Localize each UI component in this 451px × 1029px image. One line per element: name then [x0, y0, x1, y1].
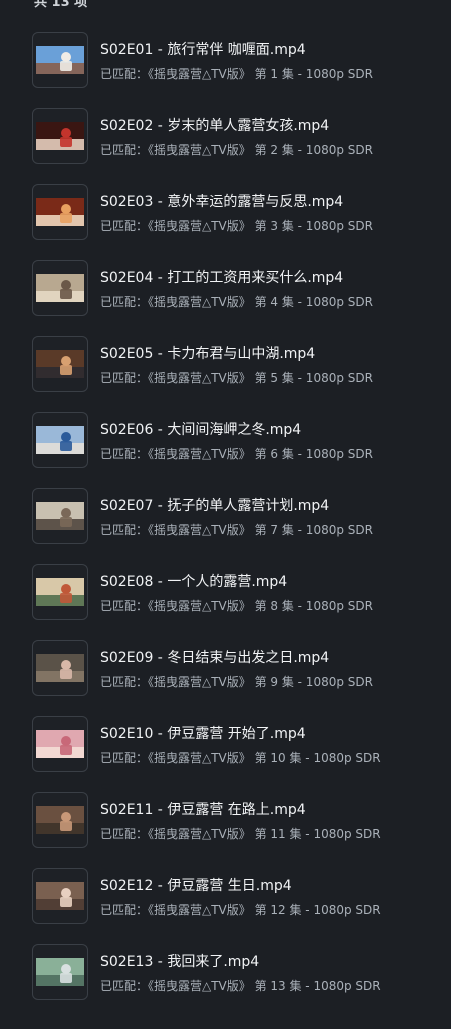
- file-list-item[interactable]: S02E10 - 伊豆露营 开始了.mp4 已匹配：《摇曳露营△TV版》 第 10…: [0, 716, 451, 792]
- file-list-item[interactable]: S02E12 - 伊豆露营 生日.mp4 已匹配：《摇曳露营△TV版》 第 12 …: [0, 868, 451, 944]
- file-list-item[interactable]: S02E07 - 抚子的单人露营计划.mp4 已匹配：《摇曳露营△TV版》 第 7…: [0, 488, 451, 564]
- file-list-item[interactable]: S02E11 - 伊豆露营 在路上.mp4 已匹配：《摇曳露营△TV版》 第 11…: [0, 792, 451, 868]
- match-info: 已匹配：《摇曳露营△TV版》 第 7 集 - 1080p SDR: [100, 523, 373, 537]
- file-list-item[interactable]: S02E04 - 打工的工资用来买什么.mp4 已匹配：《摇曳露营△TV版》 第 …: [0, 260, 451, 336]
- file-list-item[interactable]: S02E05 - 卡力布君与山中湖.mp4 已匹配：《摇曳露营△TV版》 第 5 …: [0, 336, 451, 412]
- file-list-item[interactable]: S02E03 - 意外幸运的露营与反思.mp4 已匹配：《摇曳露营△TV版》 第 …: [0, 184, 451, 260]
- file-list-item[interactable]: S02E06 - 大间间海岬之冬.mp4 已匹配：《摇曳露营△TV版》 第 6 集…: [0, 412, 451, 488]
- file-title: S02E05 - 卡力布君与山中湖.mp4: [100, 346, 316, 362]
- file-title: S02E03 - 意外幸运的露营与反思.mp4: [100, 194, 344, 210]
- video-thumbnail: [32, 336, 88, 392]
- video-thumbnail: [32, 108, 88, 164]
- file-title: S02E11 - 伊豆露营 在路上.mp4: [100, 802, 306, 818]
- video-thumbnail: [32, 260, 88, 316]
- match-info: 已匹配：《摇曳露营△TV版》 第 4 集 - 1080p SDR: [100, 295, 373, 309]
- video-thumbnail: [32, 640, 88, 696]
- video-thumbnail: [32, 868, 88, 924]
- match-info: 已匹配：《摇曳露营△TV版》 第 1 集 - 1080p SDR: [100, 67, 373, 81]
- match-info: 已匹配：《摇曳露营△TV版》 第 8 集 - 1080p SDR: [100, 599, 373, 613]
- file-title: S02E01 - 旅行常伴 咖喱面.mp4: [100, 42, 306, 58]
- match-info: 已匹配：《摇曳露营△TV版》 第 12 集 - 1080p SDR: [100, 903, 381, 917]
- match-info: 已匹配：《摇曳露营△TV版》 第 13 集 - 1080p SDR: [100, 979, 381, 993]
- file-list-item[interactable]: S02E08 - 一个人的露营.mp4 已匹配：《摇曳露营△TV版》 第 8 集 …: [0, 564, 451, 640]
- video-thumbnail: [32, 944, 88, 1000]
- file-title: S02E10 - 伊豆露营 开始了.mp4: [100, 726, 306, 742]
- video-thumbnail: [32, 32, 88, 88]
- video-thumbnail: [32, 564, 88, 620]
- file-list-item[interactable]: S02E01 - 旅行常伴 咖喱面.mp4 已匹配：《摇曳露营△TV版》 第 1 …: [0, 32, 451, 108]
- file-list-item[interactable]: S02E13 - 我回来了.mp4 已匹配：《摇曳露营△TV版》 第 13 集 -…: [0, 944, 451, 1020]
- video-thumbnail: [32, 412, 88, 468]
- file-title: S02E07 - 抚子的单人露营计划.mp4: [100, 498, 330, 514]
- file-title: S02E04 - 打工的工资用来买什么.mp4: [100, 270, 344, 286]
- file-title: S02E02 - 岁末的单人露营女孩.mp4: [100, 118, 330, 134]
- video-thumbnail: [32, 792, 88, 848]
- item-count-header: 共 13 项: [34, 0, 88, 10]
- video-thumbnail: [32, 488, 88, 544]
- match-info: 已匹配：《摇曳露营△TV版》 第 10 集 - 1080p SDR: [100, 751, 381, 765]
- match-info: 已匹配：《摇曳露营△TV版》 第 11 集 - 1080p SDR: [100, 827, 381, 841]
- match-info: 已匹配：《摇曳露营△TV版》 第 3 集 - 1080p SDR: [100, 219, 373, 233]
- match-info: 已匹配：《摇曳露营△TV版》 第 5 集 - 1080p SDR: [100, 371, 373, 385]
- file-title: S02E06 - 大间间海岬之冬.mp4: [100, 422, 302, 438]
- file-title: S02E08 - 一个人的露营.mp4: [100, 574, 288, 590]
- video-thumbnail: [32, 716, 88, 772]
- file-title: S02E13 - 我回来了.mp4: [100, 954, 260, 970]
- file-list-item[interactable]: S02E09 - 冬日结束与出发之日.mp4 已匹配：《摇曳露营△TV版》 第 9…: [0, 640, 451, 716]
- video-thumbnail: [32, 184, 88, 240]
- match-info: 已匹配：《摇曳露营△TV版》 第 2 集 - 1080p SDR: [100, 143, 373, 157]
- match-info: 已匹配：《摇曳露营△TV版》 第 9 集 - 1080p SDR: [100, 675, 373, 689]
- file-title: S02E12 - 伊豆露营 生日.mp4: [100, 878, 292, 894]
- match-info: 已匹配：《摇曳露营△TV版》 第 6 集 - 1080p SDR: [100, 447, 373, 461]
- file-list-item[interactable]: S02E02 - 岁末的单人露营女孩.mp4 已匹配：《摇曳露营△TV版》 第 2…: [0, 108, 451, 184]
- file-title: S02E09 - 冬日结束与出发之日.mp4: [100, 650, 330, 666]
